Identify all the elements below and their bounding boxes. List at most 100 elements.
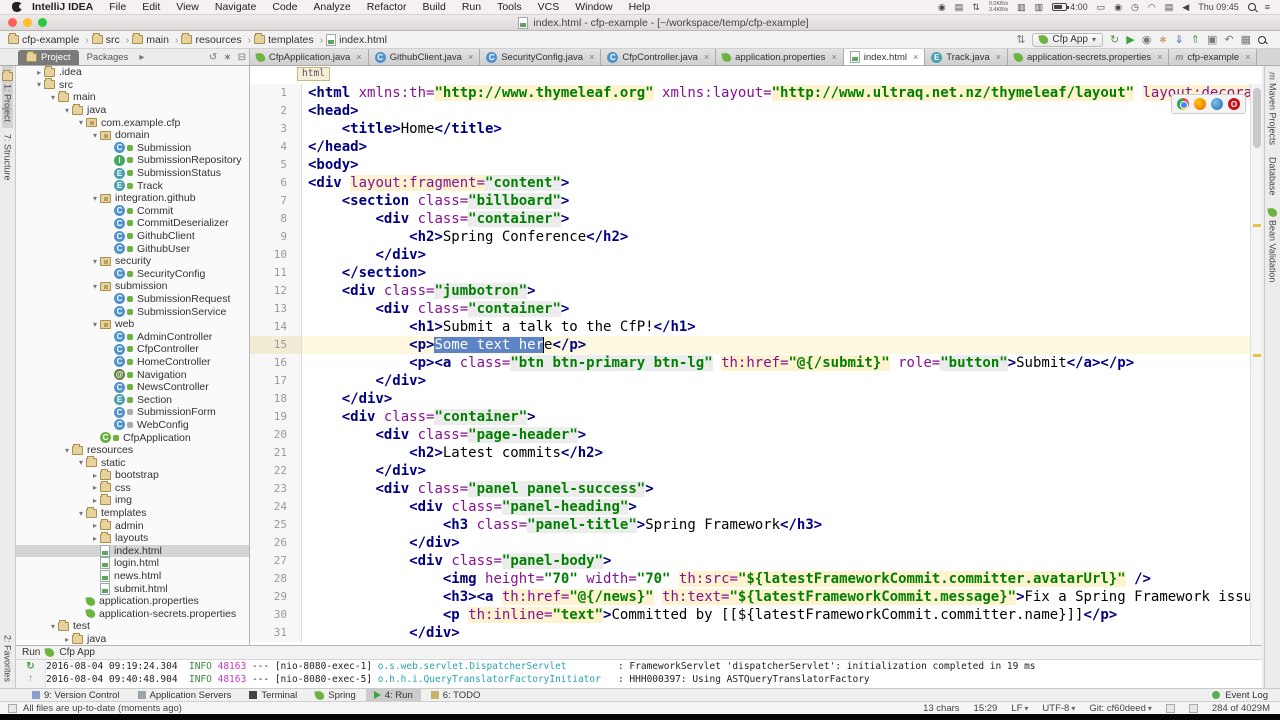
- code-line[interactable]: 15 <p>Some text here</p>: [250, 336, 1262, 354]
- tree-item[interactable]: login.html: [16, 557, 249, 570]
- code-line[interactable]: 16 <p><a class="btn btn-primary btn-lg" …: [250, 354, 1262, 372]
- editor-tab[interactable]: C SecurityConfig.java ×: [480, 49, 602, 65]
- readonly-lock-icon[interactable]: [1165, 703, 1175, 713]
- spotlight-icon[interactable]: [1247, 3, 1256, 11]
- tree-item[interactable]: C HomeController: [16, 356, 249, 369]
- tree-item[interactable]: C Submission: [16, 142, 249, 155]
- tree-item[interactable]: C GithubUser: [16, 242, 249, 255]
- update-resources-icon[interactable]: ⇑: [1191, 34, 1200, 46]
- debug-icon[interactable]: ◉: [1142, 34, 1152, 46]
- tree-item[interactable]: ▾ templates: [16, 506, 249, 520]
- editor-tab[interactable]: m cfp-example ×: [1169, 49, 1258, 65]
- menu-item[interactable]: Refactor: [367, 1, 407, 13]
- menu-item[interactable]: Code: [272, 1, 297, 13]
- close-window-button[interactable]: [8, 18, 17, 27]
- wifi-icon[interactable]: ◠: [1148, 2, 1156, 13]
- menu-item[interactable]: IntelliJ IDEA: [32, 1, 93, 13]
- line-ending-selector[interactable]: LF ▾: [1011, 703, 1028, 714]
- menu-item[interactable]: Tools: [497, 1, 522, 13]
- close-tab-icon[interactable]: ×: [589, 52, 594, 62]
- code-line[interactable]: 13 <div class="container">: [250, 300, 1262, 318]
- lock-icon[interactable]: ◉: [1114, 2, 1122, 13]
- sort-icon[interactable]: ⇅: [1016, 34, 1025, 46]
- up-stack-icon[interactable]: ↑: [28, 673, 33, 684]
- close-tab-icon[interactable]: ×: [996, 52, 1001, 62]
- tree-item[interactable]: C WebConfig: [16, 419, 249, 432]
- code-line[interactable]: 31 </div>: [250, 624, 1262, 642]
- menu-item[interactable]: File: [109, 1, 126, 13]
- tree-item[interactable]: E Track: [16, 179, 249, 192]
- editor-tab[interactable]: application.properties ×: [716, 49, 844, 65]
- code-line[interactable]: 29 <h3><a th:href="@{/news}" th:text="${…: [250, 588, 1262, 606]
- tree-item[interactable]: ▸ bootstrap: [16, 468, 249, 482]
- breadcrumb-item[interactable]: resources ›: [181, 33, 251, 46]
- toolwindow-button[interactable]: 9: Version Control: [24, 689, 128, 702]
- run-config-name[interactable]: Cfp App: [59, 647, 95, 658]
- code-line[interactable]: 24 <div class="panel-heading">: [250, 498, 1262, 516]
- tree-item[interactable]: C CfpController: [16, 343, 249, 356]
- battery-indicator[interactable]: 4:00: [1052, 2, 1088, 12]
- tree-item[interactable]: ▾ domain: [16, 129, 249, 142]
- menu-item[interactable]: Edit: [142, 1, 160, 13]
- code-line[interactable]: 27 <div class="panel-body">: [250, 552, 1262, 570]
- tree-item[interactable]: ▾ resources: [16, 443, 249, 457]
- tree-item[interactable]: E Section: [16, 393, 249, 406]
- tree-item[interactable]: C SecurityConfig: [16, 268, 249, 281]
- tree-item[interactable]: ▾ static: [16, 456, 249, 469]
- code-line[interactable]: 9 <h2>Spring Conference</h2>: [250, 228, 1262, 246]
- tree-item[interactable]: index.html: [16, 544, 249, 558]
- editor-tab[interactable]: index.html ×: [843, 49, 926, 65]
- code-line[interactable]: 14 <h1>Submit a talk to the CfP!</h1>: [250, 318, 1262, 336]
- code-editor[interactable]: html O 1 <html xmlns:th="http://www.thyme…: [250, 66, 1262, 645]
- window-manager-icon[interactable]: ▤: [955, 2, 964, 13]
- code-line[interactable]: 17 </div>: [250, 372, 1262, 390]
- rerun-icon[interactable]: ↻: [26, 661, 34, 672]
- encoding-selector[interactable]: UTF-8 ▾: [1042, 703, 1075, 714]
- code-line[interactable]: 7 <section class="billboard">: [250, 192, 1262, 210]
- apple-menu-icon[interactable]: [12, 2, 24, 12]
- tree-item[interactable]: C SubmissionService: [16, 305, 249, 318]
- code-line[interactable]: 4 </head>: [250, 138, 1262, 156]
- code-line[interactable]: 18 </div>: [250, 390, 1262, 408]
- stripe-favorites[interactable]: 2: Favorites: [3, 629, 13, 688]
- firefox-icon[interactable]: [1194, 98, 1206, 110]
- toolwindow-button[interactable]: Spring: [307, 689, 363, 702]
- tree-item[interactable]: ▾ java: [16, 103, 249, 117]
- event-log-button[interactable]: Event Log: [1212, 690, 1280, 701]
- code-line[interactable]: 23 <div class="panel panel-success">: [250, 480, 1262, 498]
- close-tab-icon[interactable]: ×: [1157, 52, 1162, 62]
- tree-item[interactable]: submit.html: [16, 582, 249, 595]
- code-line[interactable]: 26 </div>: [250, 534, 1262, 552]
- code-line[interactable]: 22 </div>: [250, 462, 1262, 480]
- editor-breadcrumb[interactable]: html: [297, 67, 330, 81]
- updown-icon[interactable]: ⇅: [972, 2, 980, 13]
- menu-item[interactable]: VCS: [538, 1, 560, 13]
- update-app-icon[interactable]: ⇓: [1175, 34, 1184, 46]
- toolwindow-button[interactable]: 6: TODO: [423, 689, 489, 702]
- stripe-structure[interactable]: 7: Structure: [3, 128, 13, 187]
- notification-center-icon[interactable]: ≡: [1265, 2, 1270, 12]
- code-line[interactable]: 1 <html xmlns:th="http://www.thymeleaf.or…: [250, 84, 1262, 102]
- menu-item[interactable]: Navigate: [215, 1, 256, 13]
- status-icon[interactable]: [8, 703, 17, 713]
- editor-tab[interactable]: E Track.java ×: [925, 49, 1009, 65]
- editor-tab[interactable]: CfpApplication.java ×: [250, 49, 369, 65]
- tree-item[interactable]: news.html: [16, 570, 249, 583]
- tree-item[interactable]: @ Navigation: [16, 368, 249, 381]
- menu-item[interactable]: Analyze: [313, 1, 350, 13]
- code-line[interactable]: 25 <h3 class="panel-title">Spring Framew…: [250, 516, 1262, 534]
- toolwindow-button[interactable]: Terminal: [241, 689, 305, 702]
- clock[interactable]: Thu 09:45: [1198, 2, 1239, 12]
- close-tab-icon[interactable]: ×: [1245, 52, 1250, 62]
- close-tab-icon[interactable]: ×: [468, 52, 473, 62]
- coverage-icon[interactable]: ∗: [1158, 34, 1167, 46]
- time-machine-icon[interactable]: ◷: [1131, 2, 1139, 13]
- git-branch-widget[interactable]: Git: cf60deed ▾: [1089, 703, 1152, 714]
- caret-position[interactable]: 15:29: [974, 703, 998, 714]
- close-tab-icon[interactable]: ×: [704, 52, 709, 62]
- editor-tab[interactable]: application-secrets.properties ×: [1008, 49, 1170, 65]
- settings-icon[interactable]: ∗: [223, 52, 231, 63]
- menu-item[interactable]: Help: [629, 1, 651, 13]
- tree-item[interactable]: ▾ test: [16, 619, 249, 633]
- volume-icon[interactable]: ◀: [1182, 2, 1189, 13]
